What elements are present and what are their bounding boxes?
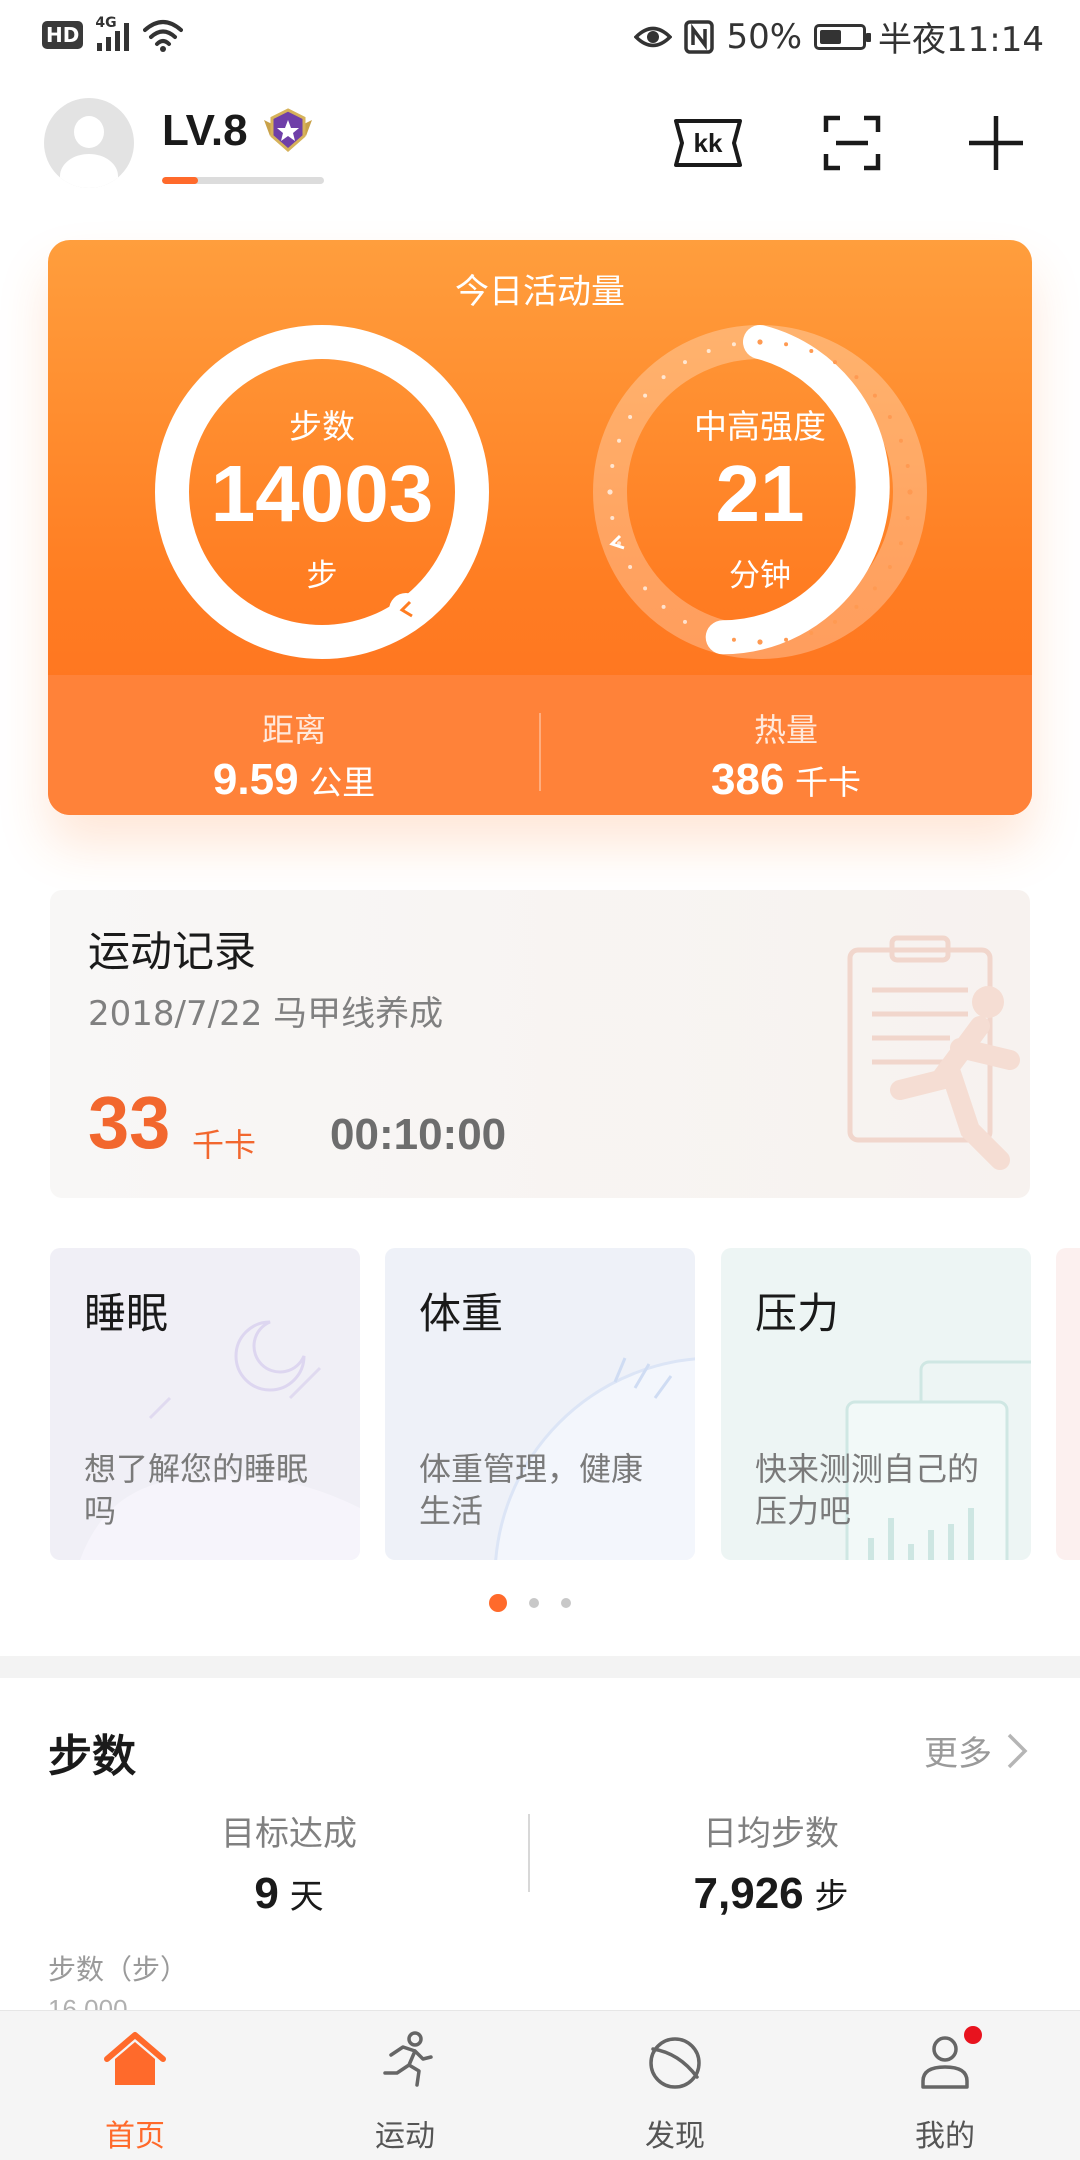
distance-label: 距离 — [261, 711, 326, 749]
calories-value: 386 — [711, 755, 785, 804]
intensity-label: 中高强度 — [694, 407, 826, 446]
user-level[interactable]: LV.8 — [162, 106, 248, 156]
today-activity-card[interactable]: 今日活动量 步数 14003 步 中高强度 21 分钟 距离 9.59 公里 热… — [48, 240, 1032, 815]
kk-coupon-button[interactable]: kk — [672, 112, 744, 174]
page-dot[interactable] — [529, 1598, 539, 1608]
avatar[interactable] — [44, 98, 134, 188]
tab-exercise[interactable]: 运动 — [270, 2011, 540, 2160]
weight-card-desc: 体重管理，健康生活 — [419, 1450, 644, 1530]
goal-achieved-label: 目标达成 — [221, 1814, 357, 1854]
stress-card-title: 压力 — [755, 1289, 840, 1338]
calories-stat: 热量 386 千卡 — [540, 705, 1032, 805]
distance-unit: 公里 — [309, 763, 376, 802]
ticket-icon: kk — [674, 119, 742, 167]
add-button[interactable] — [964, 112, 1028, 174]
tab-discover[interactable]: 发现 — [540, 2011, 810, 2160]
steps-section-title: 步数 — [48, 1731, 136, 1782]
sleep-card[interactable]: 睡眠 想了解您的睡眠吗 — [50, 1248, 360, 1560]
notification-badge — [964, 2026, 982, 2044]
more-link[interactable]: 更多 — [924, 1726, 1028, 1775]
goal-achieved-value: 9 — [254, 1869, 279, 1918]
intensity-value: 21 — [715, 449, 805, 538]
weight-card[interactable]: 体重 体重管理，健康生活 — [385, 1248, 695, 1560]
chevron-right-icon — [1007, 1733, 1028, 1768]
steps-value: 14003 — [210, 449, 434, 538]
nfc-icon — [684, 19, 715, 54]
status-bar: HD 4G 50% 半夜11:14 — [0, 0, 1080, 72]
calories-unit: 千卡 — [794, 763, 861, 802]
battery-icon — [814, 23, 872, 50]
daily-average-unit: 步 — [814, 1877, 849, 1917]
daily-average-stat: 日均步数 7,926 步 — [546, 1806, 996, 1919]
more-label: 更多 — [924, 1734, 992, 1774]
steps-ring[interactable]: 步数 14003 步 — [154, 324, 490, 660]
wifi-icon — [143, 20, 184, 52]
tab-discover-label: 发现 — [645, 2119, 705, 2154]
scan-button[interactable] — [820, 112, 884, 174]
page-dot[interactable] — [489, 1594, 507, 1612]
cellular-signal-icon: 4G — [95, 15, 130, 51]
tab-home[interactable]: 首页 — [0, 2011, 270, 2160]
steps-label: 步数 — [289, 407, 355, 446]
scan-icon — [823, 115, 881, 171]
workout-duration: 00:10:00 — [330, 1110, 507, 1159]
battery-percent: 50% — [726, 16, 803, 57]
hd-voice-indicator: HD — [42, 21, 84, 49]
workout-record-card[interactable]: 运动记录 2018/7/22 马甲线养成 33 千卡 00:10:00 — [50, 890, 1030, 1198]
level-progress-bar — [162, 177, 324, 184]
stat-divider — [528, 1814, 530, 1892]
daily-average-value: 7,926 — [693, 1869, 804, 1918]
network-type: 4G — [95, 15, 117, 31]
distance-stat: 距离 9.59 公里 — [48, 705, 540, 805]
workout-calories-unit: 千卡 — [192, 1126, 257, 1164]
tab-profile[interactable]: 我的 — [810, 2011, 1080, 2160]
section-divider — [0, 1656, 1080, 1678]
running-icon — [383, 2031, 433, 2087]
steps-chart-axis-title: 步数（步） — [48, 1953, 189, 1986]
discover-icon — [649, 2037, 701, 2089]
next-card-peek[interactable] — [1056, 1248, 1080, 1560]
intensity-ring[interactable]: 中高强度 21 分钟 — [592, 324, 928, 660]
tab-exercise-label: 运动 — [375, 2119, 435, 2154]
daily-average-label: 日均步数 — [703, 1814, 839, 1854]
goal-achieved-unit: 天 — [289, 1877, 324, 1917]
activity-summary-bar: 距离 9.59 公里 热量 386 千卡 — [48, 675, 1032, 815]
distance-value: 9.59 — [212, 755, 299, 804]
level-badge-icon — [264, 108, 312, 152]
intensity-unit: 分钟 — [729, 558, 791, 594]
bottom-nav: 首页 运动 发现 我的 — [0, 2010, 1080, 2160]
tab-home-label: 首页 — [105, 2119, 165, 2154]
carousel-indicator — [0, 1594, 1080, 1612]
sleep-card-title: 睡眠 — [84, 1289, 169, 1338]
clipboard-runner-icon — [847, 935, 1020, 1170]
clock: 半夜11:14 — [878, 20, 1044, 60]
home-icon — [104, 2032, 166, 2085]
steps-unit: 步 — [306, 558, 338, 594]
stress-card[interactable]: 压力 快来测测自己的压力吧 — [721, 1248, 1031, 1560]
weight-card-title: 体重 — [419, 1289, 504, 1338]
svg-text:kk: kk — [694, 128, 723, 158]
page-dot[interactable] — [561, 1598, 571, 1608]
activity-title: 今日活动量 — [455, 272, 625, 312]
workout-calories-value: 33 — [88, 1081, 171, 1164]
stress-card-desc: 快来测测自己的压力吧 — [755, 1450, 980, 1530]
workout-record-subtitle: 2018/7/22 马甲线养成 — [88, 994, 444, 1034]
tab-profile-label: 我的 — [915, 2119, 975, 2154]
sleep-card-desc: 想了解您的睡眠吗 — [84, 1450, 309, 1530]
eye-comfort-icon — [634, 26, 673, 47]
plus-icon — [969, 116, 1023, 170]
goal-achieved-stat: 目标达成 9 天 — [64, 1806, 514, 1919]
workout-record-title: 运动记录 — [88, 927, 257, 976]
calories-label: 热量 — [753, 711, 818, 749]
